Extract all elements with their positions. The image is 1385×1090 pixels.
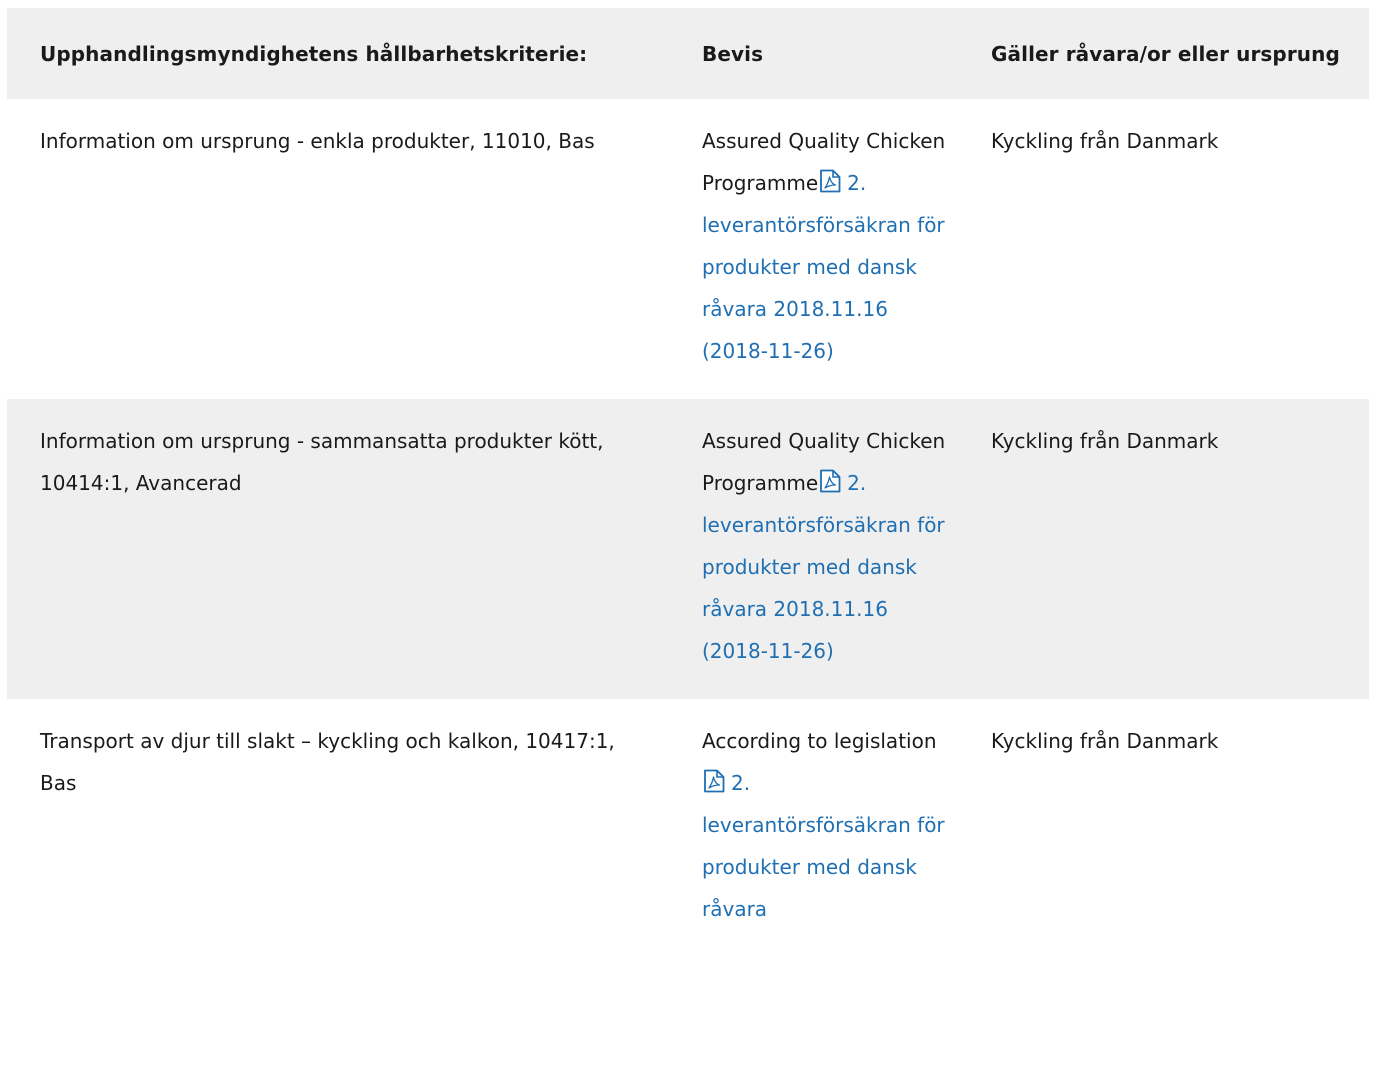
criteria-table-container: Upphandlingsmyndighetens hållbarhetskrit… <box>7 8 1369 1090</box>
applies-to-cell: Kyckling från Danmark <box>991 129 1219 153</box>
evidence-document-link[interactable]: 2. leverantörsförsäkran för produkter me… <box>702 771 945 921</box>
applies-to-cell: Kyckling från Danmark <box>991 429 1219 453</box>
evidence-document-link[interactable]: 2. leverantörsförsäkran för produkter me… <box>702 471 945 663</box>
applies-to-cell: Kyckling från Danmark <box>991 729 1219 753</box>
criteria-table: Upphandlingsmyndighetens hållbarhetskrit… <box>7 8 1369 957</box>
pdf-icon[interactable] <box>819 169 841 193</box>
column-header-criteria: Upphandlingsmyndighetens hållbarhetskrit… <box>40 41 588 66</box>
criteria-cell: Information om ursprung - enkla produkte… <box>40 129 595 153</box>
evidence-cell: Assured Quality Chicken Programme 2. leve… <box>670 399 983 699</box>
evidence-cell: Assured Quality Chicken Programme 2. leve… <box>670 99 983 399</box>
evidence-text: According to legislation <box>702 729 937 753</box>
evidence-cell: According to legislation 2. leverantörsfö… <box>670 699 983 957</box>
table-row: Transport av djur till slakt – kyckling … <box>7 699 1369 957</box>
column-header-applies-to: Gäller råvara/or eller ursprung <box>991 41 1340 66</box>
column-header-evidence: Bevis <box>702 41 764 66</box>
table-header: Upphandlingsmyndighetens hållbarhetskrit… <box>7 8 1369 99</box>
pdf-icon[interactable] <box>819 469 841 493</box>
table-row: Information om ursprung - sammansatta pr… <box>7 399 1369 699</box>
pdf-icon[interactable] <box>703 769 725 793</box>
table-row: Information om ursprung - enkla produkte… <box>7 99 1369 399</box>
evidence-document-link[interactable]: 2. leverantörsförsäkran för produkter me… <box>702 171 945 363</box>
table-body: Information om ursprung - enkla produkte… <box>7 99 1369 957</box>
criteria-cell: Information om ursprung - sammansatta pr… <box>40 429 604 495</box>
criteria-cell: Transport av djur till slakt – kyckling … <box>40 729 615 795</box>
header-row: Upphandlingsmyndighetens hållbarhetskrit… <box>7 8 1369 99</box>
